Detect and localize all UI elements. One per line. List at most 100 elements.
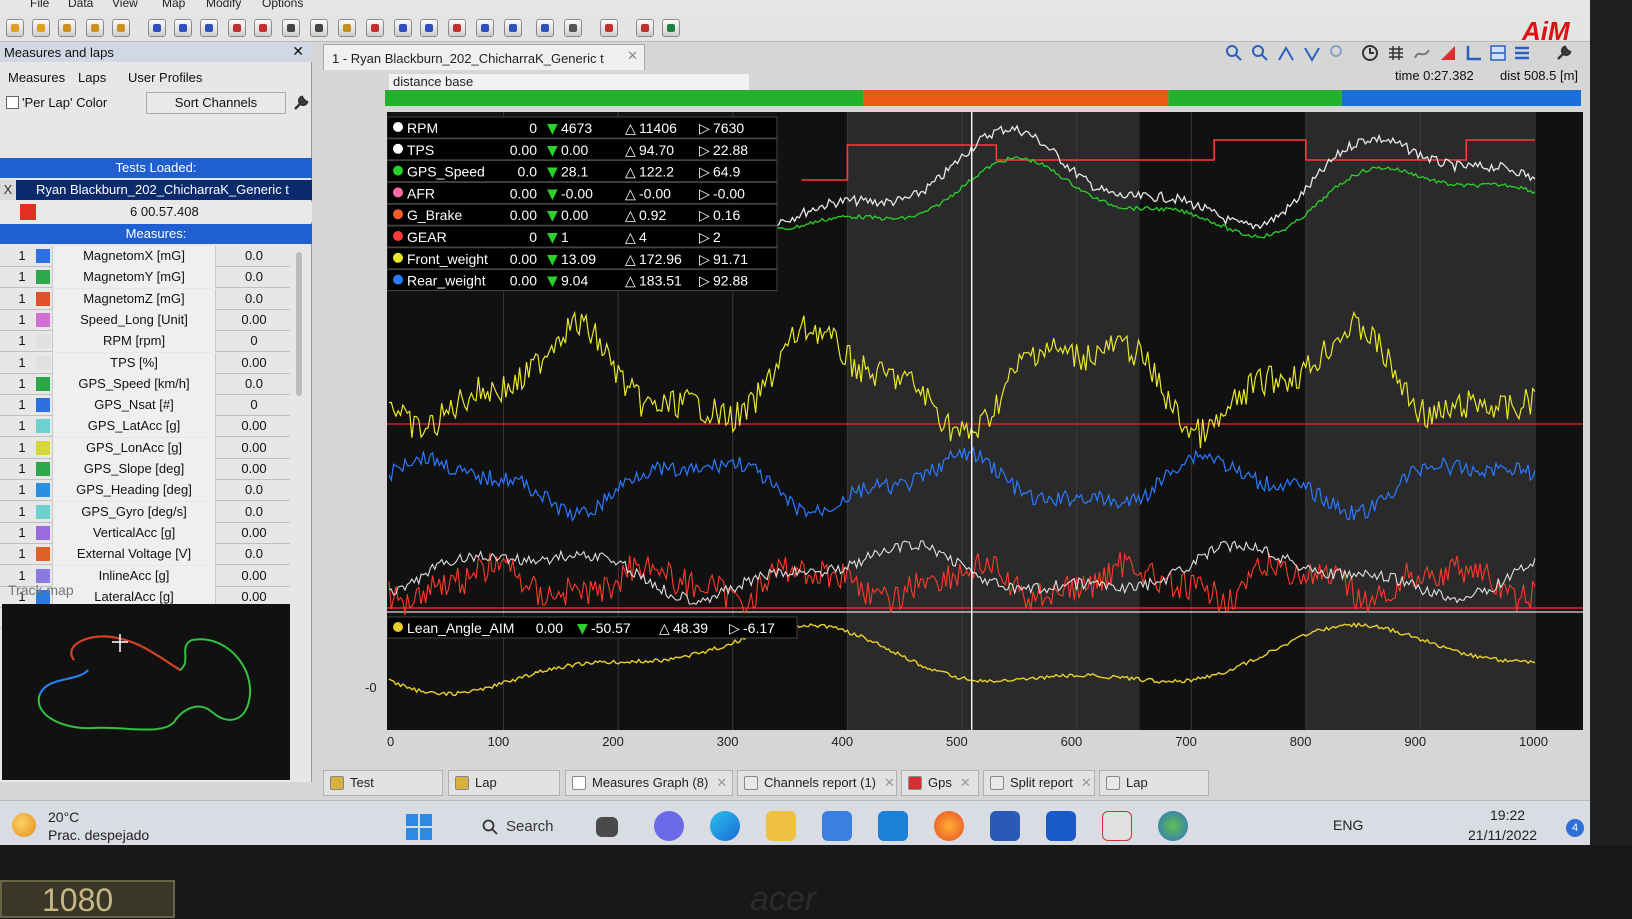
bottom-tab[interactable]: Lap Replay✕: [1099, 770, 1209, 814]
measure-color-swatch[interactable]: [36, 398, 50, 413]
gauge-icon[interactable]: [366, 19, 384, 37]
math-icon[interactable]: [600, 19, 618, 37]
mail-icon[interactable]: [878, 811, 908, 841]
measure-color-swatch[interactable]: [36, 462, 50, 476]
axis-icon[interactable]: [1465, 44, 1483, 62]
zoom-in-icon[interactable]: [1225, 44, 1243, 62]
measure-color-swatch[interactable]: [36, 355, 50, 370]
lap-icon[interactable]: [504, 19, 522, 37]
firefox-icon[interactable]: [934, 811, 964, 841]
b-app-icon[interactable]: [1046, 811, 1076, 841]
measure-row[interactable]: 1 GPS_LonAcc [g] 0.00: [0, 437, 290, 459]
settings-wrench-icon[interactable]: [1555, 44, 1573, 62]
dropbox-icon[interactable]: [990, 811, 1020, 841]
histogram-icon[interactable]: [254, 19, 272, 37]
measure-color-swatch[interactable]: [36, 525, 50, 540]
menu-modify[interactable]: Modify: [206, 0, 241, 10]
measure-color-swatch[interactable]: [36, 419, 50, 434]
measure-row[interactable]: 1 VerticalAcc [g] 0.00: [0, 522, 290, 544]
menu-view[interactable]: View: [112, 0, 138, 10]
video-icon[interactable]: [662, 19, 680, 37]
notification-badge[interactable]: 4: [1566, 819, 1584, 837]
measure-color-swatch[interactable]: [36, 334, 50, 349]
measure-row[interactable]: 1 GPS_Nsat [#] 0: [0, 395, 290, 417]
track-map[interactable]: [2, 604, 290, 780]
menu-data[interactable]: Data: [68, 0, 93, 10]
lap-color-bar[interactable]: [385, 90, 1581, 106]
measure-color-swatch[interactable]: [36, 376, 50, 391]
weather-description[interactable]: Prac. despejado: [48, 827, 149, 843]
measure-row[interactable]: 1 MagnetomX [mG] 0.0: [0, 246, 290, 267]
overlay-icon[interactable]: [1413, 44, 1431, 62]
weather-icon[interactable]: [12, 813, 36, 837]
clock-date[interactable]: 21/11/2022: [1468, 827, 1537, 843]
file-explorer-icon[interactable]: [766, 811, 796, 841]
marker-icon[interactable]: [1439, 44, 1457, 62]
close-icon[interactable]: ✕: [1081, 775, 1092, 790]
calc-icon[interactable]: [338, 19, 356, 37]
filter-icon[interactable]: [112, 19, 130, 37]
pen-icon[interactable]: [394, 19, 412, 37]
legend-row[interactable]: Lean_Angle_AIM 0.00 ▼ -50.57 △ 48.39 ▷ -6.17: [387, 616, 798, 639]
math-channel-icon[interactable]: [420, 19, 438, 37]
wrench-icon[interactable]: [292, 94, 310, 112]
folder-icon[interactable]: [32, 19, 50, 37]
close-icon[interactable]: ✕: [627, 48, 638, 64]
close-icon[interactable]: ✕: [292, 43, 304, 60]
tab-laps[interactable]: Laps: [78, 70, 106, 85]
legend-row[interactable]: GPS_Speed 0.0 ▼ 28.1 △ 122.2 ▷ 64.9: [387, 160, 778, 183]
legend-row[interactable]: TPS 0.00 ▼ 0.00 △ 94.70 ▷ 22.88: [387, 138, 778, 161]
measure-color-swatch[interactable]: [36, 291, 50, 306]
report-icon[interactable]: [282, 19, 300, 37]
tab-measures[interactable]: Measures: [8, 70, 65, 85]
measure-color-swatch[interactable]: [36, 568, 50, 583]
measure-row[interactable]: 1 MagnetomZ [mG] 0.0: [0, 288, 290, 310]
edge-icon[interactable]: [710, 811, 740, 841]
sort-channels-button[interactable]: Sort Channels: [146, 92, 286, 114]
bottom-tab[interactable]: Lap Manager✕: [448, 770, 560, 814]
transfer-icon[interactable]: [86, 19, 104, 37]
scatter-icon[interactable]: [228, 19, 246, 37]
weather-temperature[interactable]: 20°C: [48, 809, 79, 825]
measure-row[interactable]: 1 GPS_LatAcc [g] 0.00: [0, 416, 290, 438]
bottom-tab[interactable]: Gps ✕: [901, 770, 979, 796]
legend-row[interactable]: Front_weight 0.00 ▼ 13.09 △ 172.96 ▷ 91.71: [387, 247, 778, 270]
lap-segment[interactable]: [1341, 90, 1581, 106]
test-color-swatch[interactable]: [20, 204, 36, 220]
measure-row[interactable]: 1 MagnetomY [mG] 0.0: [0, 267, 290, 289]
zoom-icon[interactable]: [536, 19, 554, 37]
measures-graph[interactable]: RPM 0 ▼ 4673 △ 11406 ▷ 7630TPS 0.00 ▼ 0.00 △ 94.70 ▷ 2…: [387, 112, 1583, 730]
chat-icon[interactable]: [654, 811, 684, 841]
grid-chart-icon[interactable]: [200, 19, 218, 37]
bottom-tab[interactable]: Measures Graph (8) ✕: [565, 770, 733, 796]
split-view-icon[interactable]: [1489, 44, 1507, 62]
bottom-tab[interactable]: Channels report (1) ✕: [737, 770, 897, 796]
measure-color-swatch[interactable]: [36, 312, 50, 327]
measure-color-swatch[interactable]: [36, 440, 50, 455]
remove-test-icon[interactable]: X: [0, 180, 16, 200]
pan-down-icon[interactable]: [1303, 44, 1321, 62]
legend-row[interactable]: AFR 0.00 ▼ -0.00 △ -0.00 ▷ -0.00: [387, 181, 778, 204]
measure-color-swatch[interactable]: [36, 504, 50, 519]
wave-icon[interactable]: [636, 19, 654, 37]
menu-file[interactable]: File: [30, 0, 49, 10]
measure-row[interactable]: 1 External Voltage [V] 0.0: [0, 544, 290, 566]
store-icon[interactable]: [822, 811, 852, 841]
language-indicator[interactable]: ENG: [1333, 817, 1363, 833]
list-icon[interactable]: [1513, 44, 1531, 62]
close-icon[interactable]: ✕: [884, 775, 895, 790]
windows-start-icon[interactable]: [405, 813, 433, 841]
globe-app-icon[interactable]: [1158, 811, 1188, 841]
menu-map[interactable]: Map: [162, 0, 185, 10]
menu-options[interactable]: Options: [262, 0, 303, 10]
measure-color-swatch[interactable]: [36, 249, 50, 263]
lap-segment[interactable]: [1168, 90, 1342, 106]
race-studio-icon[interactable]: [1102, 811, 1132, 841]
table-icon[interactable]: [310, 19, 328, 37]
zoom-out-icon[interactable]: [1251, 44, 1269, 62]
print-icon[interactable]: [564, 19, 582, 37]
legend-row[interactable]: Rear_weight 0.00 ▼ 9.04 △ 183.51 ▷ 92.88: [387, 269, 778, 292]
measures-scrollbar[interactable]: [296, 252, 302, 396]
clock-time[interactable]: 19:22: [1490, 807, 1525, 823]
taskbar-search[interactable]: Search: [478, 814, 568, 840]
